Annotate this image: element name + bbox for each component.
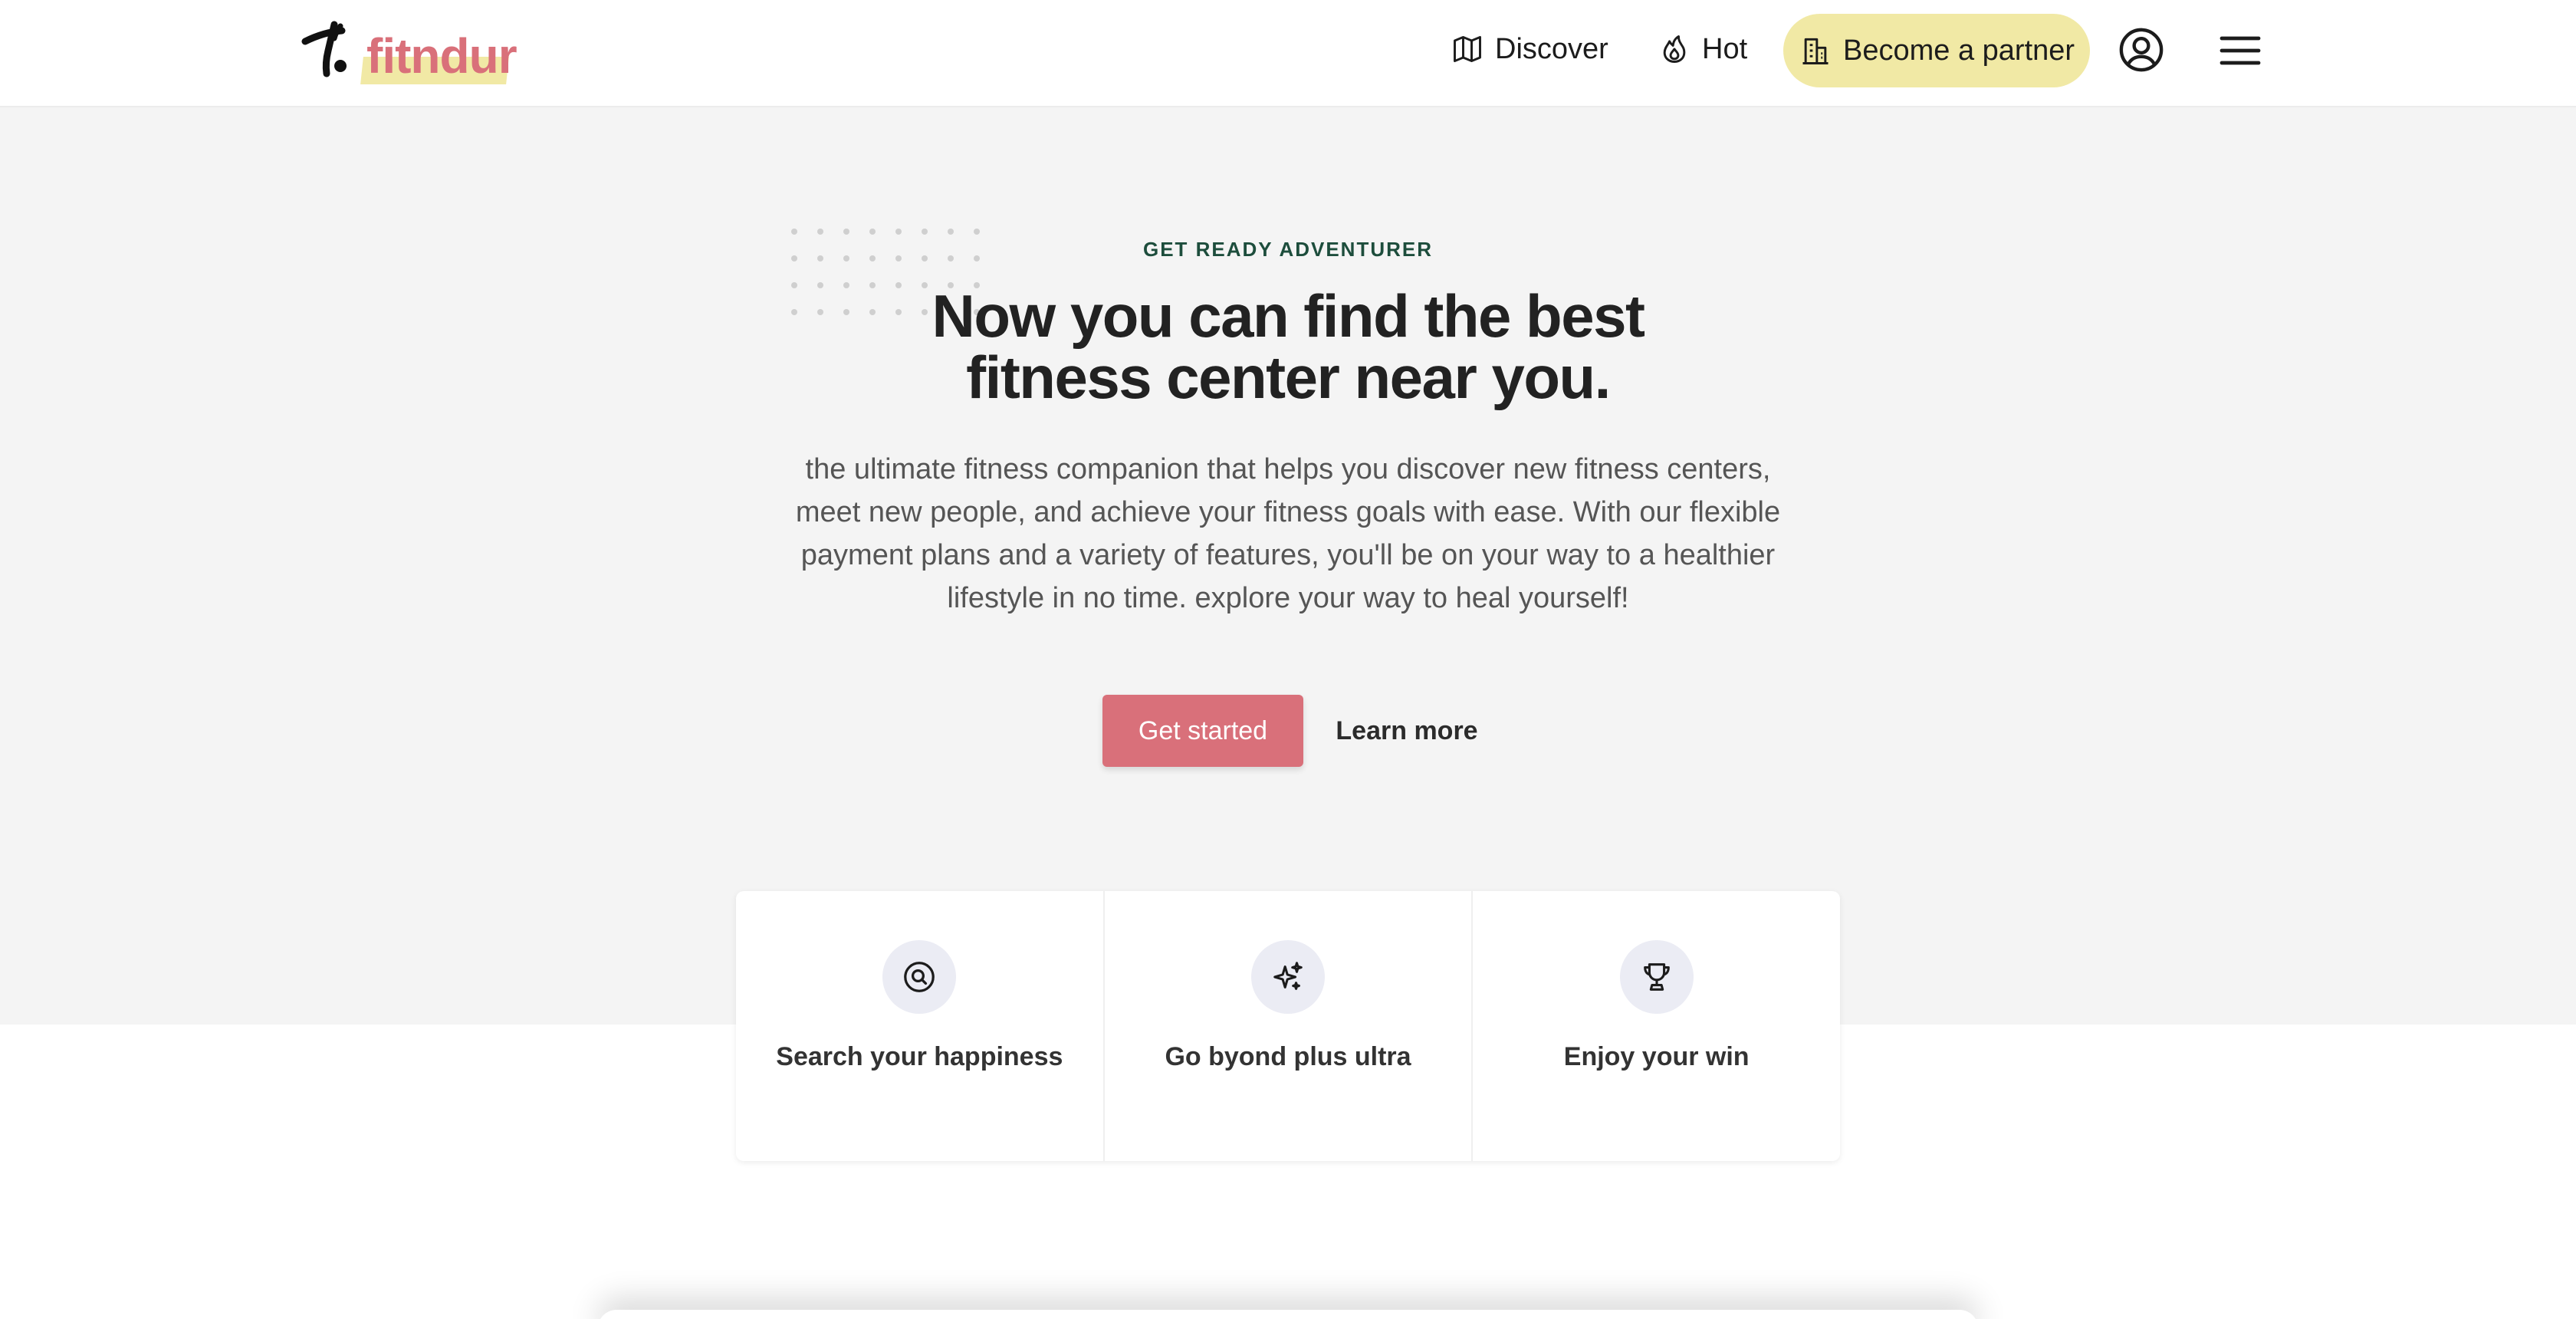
search-icon [904,962,935,992]
hero-headline-line2: fitness center near you. [966,344,1611,411]
feature-title: Search your happiness [776,1042,1063,1071]
hero-headline-line1: Now you can find the best [932,282,1645,350]
nav-hot[interactable]: Hot [1658,12,1747,86]
feature-beyond: Go byond plus ultra [1105,891,1474,1161]
building-icon [1802,38,1829,64]
learn-more-link[interactable]: Learn more [1334,695,1480,767]
become-partner-label: Become a partner [1843,34,2075,67]
feature-title: Enjoy your win [1563,1042,1750,1071]
user-circle-icon [2119,28,2164,72]
user-account-button[interactable] [2116,25,2167,75]
become-partner-button[interactable]: Become a partner [1783,14,2091,87]
feature-icon-wrap [882,940,957,1014]
brand-logo[interactable]: fitndur [301,20,523,84]
get-started-button[interactable]: Get started [1102,695,1303,767]
nav-discover[interactable]: Discover [1451,12,1608,86]
brand-name: fitndur [366,28,518,84]
nav-discover-label: Discover [1495,32,1608,65]
hamburger-menu-icon [2220,36,2261,65]
feature-icon-wrap [1619,940,1694,1014]
feature-search: Search your happiness [736,891,1105,1161]
next-section-edge [598,1310,1978,1319]
menu-button[interactable] [2219,34,2262,67]
hero-eyebrow: GET READY ADVENTURER [1142,238,1434,261]
sparkles-icon [1273,962,1303,990]
feature-icon-wrap [1251,940,1325,1014]
hero-headline: Now you can find the best fitness center… [866,285,1710,408]
logo-mark-icon [301,21,347,77]
features-card: Search your happiness Go byond plus ultr… [736,891,1840,1161]
hero-description: the ultimate fitness companion that help… [795,453,1781,614]
map-icon [1454,35,1481,63]
fire-icon [1663,35,1686,63]
trophy-icon [1643,963,1670,991]
feature-win: Enjoy your win [1473,891,1840,1161]
top-navbar: fitndur Discover Hot Become a partner [0,0,2576,107]
feature-title: Go byond plus ultra [1165,1042,1411,1071]
nav-hot-label: Hot [1702,32,1748,65]
